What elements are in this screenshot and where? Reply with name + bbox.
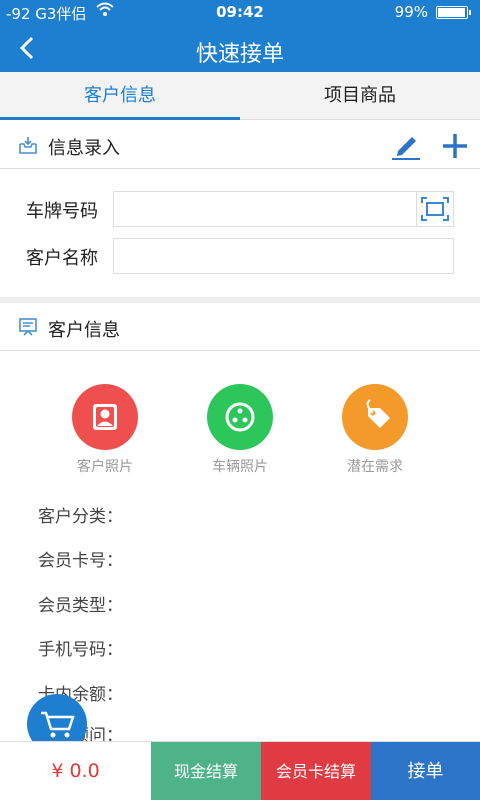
vehicle-photo-label: 车辆照片 <box>212 459 268 475</box>
tab-project-goods[interactable]: 项目商品 <box>240 72 480 120</box>
name-label: 客户名称 <box>26 248 98 269</box>
customer-category-label: 客户分类： <box>38 507 123 527</box>
status-bar: -92 G3伴侣 09:42 99% <box>0 0 480 24</box>
entry-section-header: 信息录入 <box>0 121 480 169</box>
battery-fill <box>438 8 465 17</box>
name-row: 客户名称 <box>0 238 480 274</box>
battery-icon <box>436 6 471 19</box>
potential-demand-label: 潜在需求 <box>347 459 403 475</box>
entry-section-title: 信息录入 <box>48 138 120 159</box>
add-icon[interactable] <box>440 131 470 161</box>
member-card-label: 会员卡号： <box>38 551 123 571</box>
member-card-checkout-button[interactable]: 会员卡结算 <box>261 742 371 800</box>
customer-photo-button[interactable]: 客户照片 <box>50 384 160 476</box>
vehicle-photo-button[interactable]: 车辆照片 <box>185 384 295 476</box>
customer-photo-label: 客户照片 <box>77 459 133 475</box>
bottom-bar: ¥ 0.0 现金结算 会员卡结算 接单 <box>0 741 480 800</box>
customer-section-title: 客户信息 <box>48 320 120 341</box>
tab-customer-info[interactable]: 客户信息 <box>0 72 240 120</box>
camera-icon <box>207 384 273 450</box>
potential-demand-button[interactable]: 潜在需求 <box>320 384 430 476</box>
page-title: 快速接单 <box>195 42 284 67</box>
cash-checkout-button[interactable]: 现金结算 <box>151 742 261 800</box>
battery-percent: 99% <box>394 3 428 21</box>
total-price: ¥ 0.0 <box>51 760 100 782</box>
portrait-icon <box>72 384 138 450</box>
monitor-icon <box>18 317 38 337</box>
customer-section-header: 客户信息 <box>0 303 480 351</box>
inbox-icon <box>18 135 38 155</box>
plate-label: 车牌号码 <box>26 201 98 222</box>
phone-label: 手机号码： <box>38 640 123 660</box>
edit-icon[interactable] <box>390 131 422 161</box>
plate-row: 车牌号码 <box>0 191 480 227</box>
scan-icon[interactable] <box>416 192 453 226</box>
plate-input[interactable] <box>113 191 454 227</box>
member-type-label: 会员类型： <box>38 596 123 616</box>
tab-bar: 客户信息 项目商品 <box>0 72 480 120</box>
name-input[interactable] <box>113 238 454 274</box>
nav-bar: 快速接单 <box>0 24 480 72</box>
accept-order-button[interactable]: 接单 <box>371 742 480 800</box>
tag-icon <box>342 384 408 450</box>
